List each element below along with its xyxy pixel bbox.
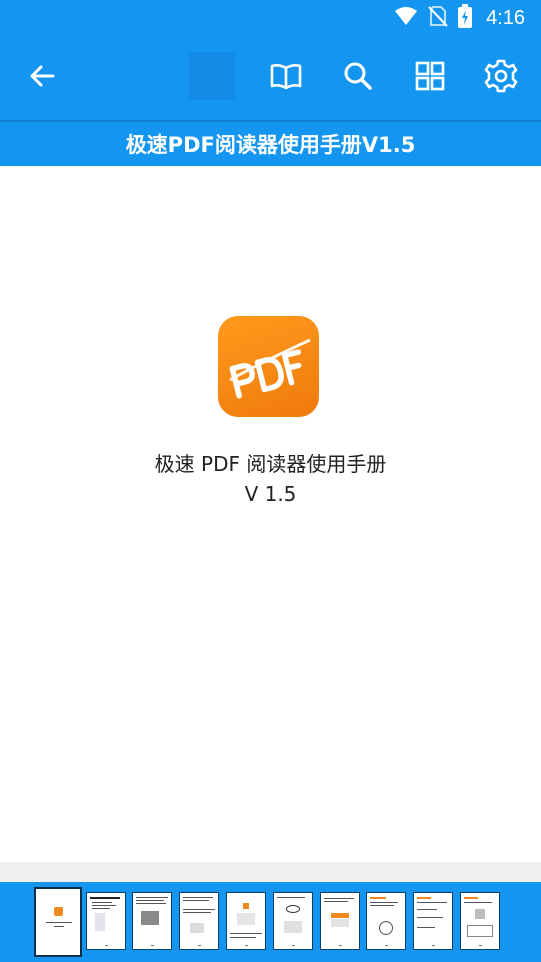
back-arrow-icon bbox=[28, 62, 56, 94]
bookmarks-button[interactable] bbox=[264, 56, 308, 100]
search-icon bbox=[343, 61, 373, 95]
thumbnail-page-5[interactable] bbox=[226, 892, 266, 950]
thumbnail-page-9[interactable] bbox=[413, 892, 453, 950]
search-button[interactable] bbox=[336, 56, 380, 100]
thumbnail-strip bbox=[0, 882, 541, 962]
gear-icon bbox=[484, 59, 518, 97]
grid-icon bbox=[415, 61, 445, 95]
settings-button[interactable] bbox=[479, 56, 523, 100]
page-divider bbox=[0, 862, 541, 882]
status-bar: 4:16 bbox=[0, 0, 541, 36]
book-icon bbox=[270, 62, 302, 94]
battery-charging-icon bbox=[458, 4, 473, 32]
thumbnail-page-2[interactable] bbox=[86, 892, 126, 950]
thumbnail-page-8[interactable] bbox=[366, 892, 406, 950]
thumbnail-page-7[interactable] bbox=[320, 892, 360, 950]
no-sim-icon bbox=[428, 5, 448, 31]
thumbnail-page-1[interactable] bbox=[34, 887, 82, 957]
pdf-page[interactable]: 极速 PDF 阅读器使用手册 V 1.5 bbox=[0, 166, 541, 862]
thumbnail-page-10[interactable] bbox=[460, 892, 500, 950]
wifi-icon bbox=[394, 6, 418, 30]
toolbar bbox=[0, 36, 541, 120]
cover-version: V 1.5 bbox=[244, 482, 297, 506]
document-title: 极速PDF阅读器使用手册V1.5 bbox=[125, 133, 416, 157]
toolbar-placeholder bbox=[189, 52, 235, 100]
thumbnail-page-3[interactable] bbox=[132, 892, 172, 950]
thumbnail-page-4[interactable] bbox=[179, 892, 219, 950]
back-button[interactable] bbox=[20, 56, 64, 100]
document-title-bar: 极速PDF阅读器使用手册V1.5 bbox=[0, 120, 541, 166]
status-icons: 4:16 bbox=[394, 4, 525, 32]
grid-view-button[interactable] bbox=[408, 56, 452, 100]
cover-title: 极速 PDF 阅读器使用手册 bbox=[154, 452, 387, 476]
pdf-app-logo bbox=[218, 316, 319, 417]
thumbnail-page-6[interactable] bbox=[273, 892, 313, 950]
status-time: 4:16 bbox=[486, 6, 525, 29]
